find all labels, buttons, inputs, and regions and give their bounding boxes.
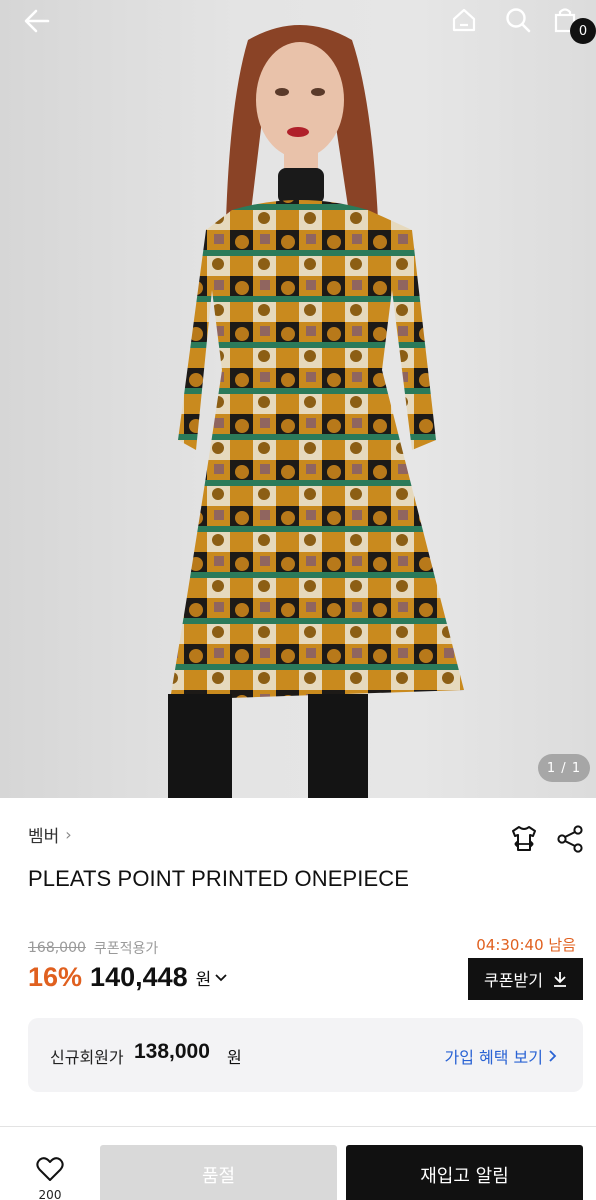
coupon-note: 쿠폰적용가	[93, 941, 159, 957]
download-icon	[553, 972, 566, 987]
member-currency: 원	[227, 1048, 242, 1067]
like-button[interactable]: 200	[28, 1156, 72, 1200]
search-icon	[506, 8, 531, 33]
countdown-timer: 04:30:40 남음	[476, 936, 576, 954]
product-title: PLEATS POINT PRINTED ONEPIECE	[28, 866, 410, 891]
size-guide-shirt-icon	[512, 826, 536, 851]
arrow-left-icon	[24, 9, 50, 33]
share-button[interactable]	[554, 822, 586, 856]
size-guide-button[interactable]	[508, 822, 540, 856]
product-image[interactable]: 0 1 / 1	[0, 0, 596, 798]
currency-label: 원	[195, 970, 212, 990]
discount-rate: 16%	[28, 962, 83, 992]
chevron-right-icon: ›	[65, 825, 72, 844]
brand-link[interactable]: 벰버 ›	[28, 822, 72, 847]
home-button[interactable]	[450, 6, 486, 42]
like-count: 200	[38, 1188, 62, 1200]
image-counter: 1 / 1	[538, 754, 590, 782]
member-price-label: 신규회원가	[50, 1048, 124, 1067]
model-photo	[168, 25, 464, 798]
chevron-right-icon	[549, 1050, 557, 1062]
sale-price: 140,448	[90, 962, 188, 992]
bottom-bar-divider	[0, 1126, 596, 1127]
signup-benefits-link[interactable]: 가입 혜택 보기	[445, 1044, 558, 1068]
cart-count-badge: 0	[570, 18, 596, 44]
home-icon	[452, 8, 476, 32]
restock-alert-button[interactable]: 재입고 알림	[346, 1145, 583, 1200]
heart-icon	[36, 1157, 64, 1181]
member-price-box: 신규회원가 138,000 원 가입 혜택 보기	[28, 1018, 583, 1092]
search-button[interactable]	[504, 6, 540, 42]
coupon-button-label: 쿠폰받기	[484, 971, 543, 990]
back-button[interactable]	[22, 6, 58, 42]
coupon-download-button[interactable]: 쿠폰받기	[468, 958, 583, 1000]
share-icon	[557, 825, 583, 853]
price-detail-toggle[interactable]: 원	[196, 965, 228, 990]
original-price: 168,000	[28, 940, 86, 956]
signup-benefits-label: 가입 혜택 보기	[444, 1048, 544, 1067]
brand-name: 벰버	[28, 827, 60, 847]
chevron-down-icon	[215, 973, 227, 981]
member-price: 138,000	[134, 1040, 210, 1063]
soldout-button: 품절	[100, 1145, 337, 1200]
